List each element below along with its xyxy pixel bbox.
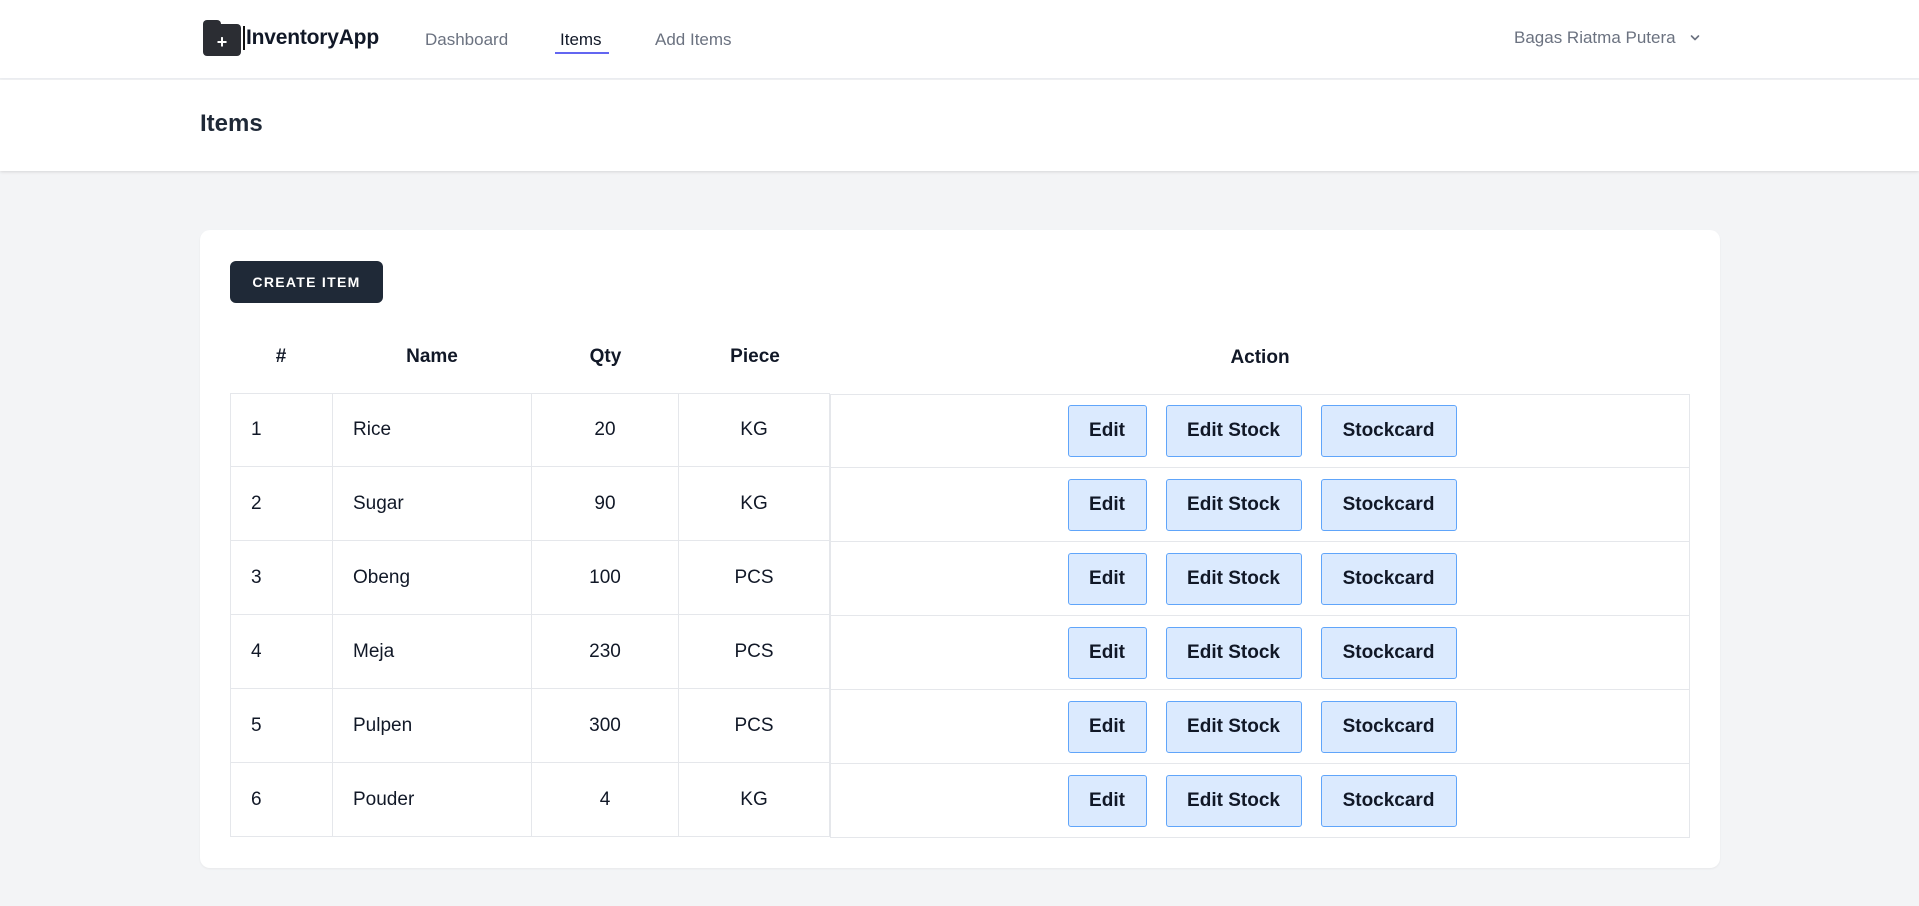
item-piece: PCS xyxy=(678,541,830,614)
table-row: 5 Pulpen 300 PCS xyxy=(230,689,830,763)
item-name: Pouder xyxy=(332,763,531,836)
edit-button[interactable]: Edit xyxy=(1067,774,1147,827)
stockcard-button[interactable]: Stockcard xyxy=(1320,774,1457,827)
item-qty: 4 xyxy=(531,763,678,836)
app-logo[interactable]: + InventoryApp xyxy=(203,20,379,56)
row-number: 2 xyxy=(230,467,332,540)
edit-stock-button[interactable]: Edit Stock xyxy=(1165,774,1302,827)
item-qty: 300 xyxy=(531,689,678,762)
edit-button[interactable]: Edit xyxy=(1067,552,1147,605)
active-nav-indicator xyxy=(555,52,609,54)
item-piece: PCS xyxy=(678,689,830,762)
edit-stock-button[interactable]: Edit Stock xyxy=(1165,700,1302,753)
item-name: Meja xyxy=(332,615,531,688)
edit-stock-button[interactable]: Edit Stock xyxy=(1165,478,1302,531)
item-qty: 20 xyxy=(531,394,678,466)
item-name: Pulpen xyxy=(332,689,531,762)
action-row: Edit Edit Stock Stockcard xyxy=(830,468,1690,542)
item-piece: KG xyxy=(678,394,830,466)
row-number: 5 xyxy=(230,689,332,762)
item-piece: KG xyxy=(678,763,830,836)
action-row: Edit Edit Stock Stockcard xyxy=(830,394,1690,468)
edit-button[interactable]: Edit xyxy=(1067,700,1147,753)
actions-column: Edit Edit Stock Stockcard Edit Edit Stoc… xyxy=(830,394,1690,838)
row-number: 1 xyxy=(230,394,332,466)
table-row: 3 Obeng 100 PCS xyxy=(230,541,830,615)
nav-link-dashboard[interactable]: Dashboard xyxy=(425,30,508,50)
table-row: 2 Sugar 90 KG xyxy=(230,467,830,541)
table-row: 4 Meja 230 PCS xyxy=(230,615,830,689)
stockcard-button[interactable]: Stockcard xyxy=(1320,478,1457,531)
table-row: 1 Rice 20 KG xyxy=(230,393,830,467)
column-header-qty: Qty xyxy=(589,346,622,367)
action-row: Edit Edit Stock Stockcard xyxy=(830,616,1690,690)
row-number: 4 xyxy=(230,615,332,688)
item-piece: PCS xyxy=(678,615,830,688)
column-header-action: Action xyxy=(1230,347,1290,368)
item-piece: KG xyxy=(678,467,830,540)
edit-stock-button[interactable]: Edit Stock xyxy=(1165,405,1302,457)
nav-link-add-items[interactable]: Add Items xyxy=(655,30,732,50)
row-number: 3 xyxy=(230,541,332,614)
table-row: 6 Pouder 4 KG xyxy=(230,763,830,837)
edit-button[interactable]: Edit xyxy=(1067,478,1147,531)
create-item-button[interactable]: CREATE ITEM xyxy=(230,261,383,303)
stockcard-button[interactable]: Stockcard xyxy=(1320,626,1457,679)
item-qty: 90 xyxy=(531,467,678,540)
item-qty: 230 xyxy=(531,615,678,688)
text-cursor xyxy=(243,26,245,50)
column-header-number: # xyxy=(275,346,287,367)
stockcard-button[interactable]: Stockcard xyxy=(1320,405,1457,457)
column-header-piece: Piece xyxy=(730,346,780,367)
item-name: Sugar xyxy=(332,467,531,540)
edit-button[interactable]: Edit xyxy=(1067,405,1147,457)
nav-link-items[interactable]: Items xyxy=(560,30,602,50)
item-name: Obeng xyxy=(332,541,531,614)
page-header: Items xyxy=(0,80,1919,171)
edit-stock-button[interactable]: Edit Stock xyxy=(1165,552,1302,605)
folder-plus-icon: + xyxy=(203,20,241,56)
action-row: Edit Edit Stock Stockcard xyxy=(830,690,1690,764)
row-number: 6 xyxy=(230,763,332,836)
app-name: InventoryApp xyxy=(246,26,379,49)
item-qty: 100 xyxy=(531,541,678,614)
user-menu[interactable]: Bagas Riatma Putera xyxy=(1514,28,1700,48)
item-name: Rice xyxy=(332,394,531,466)
top-navbar: + InventoryApp Dashboard Items Add Items… xyxy=(0,0,1919,79)
chevron-down-icon xyxy=(1690,35,1699,41)
items-card: CREATE ITEM # Name Qty Piece Action 1 Ri… xyxy=(200,230,1720,868)
stockcard-button[interactable]: Stockcard xyxy=(1320,700,1457,753)
edit-button[interactable]: Edit xyxy=(1067,626,1147,679)
action-row: Edit Edit Stock Stockcard xyxy=(830,542,1690,616)
user-name: Bagas Riatma Putera xyxy=(1514,28,1676,47)
stockcard-button[interactable]: Stockcard xyxy=(1320,552,1457,605)
action-row: Edit Edit Stock Stockcard xyxy=(830,764,1690,838)
page-title: Items xyxy=(200,110,263,137)
column-header-name: Name xyxy=(406,346,458,367)
items-table: 1 Rice 20 KG 2 Sugar 90 KG 3 Obeng 100 P… xyxy=(230,393,830,837)
edit-stock-button[interactable]: Edit Stock xyxy=(1165,626,1302,679)
